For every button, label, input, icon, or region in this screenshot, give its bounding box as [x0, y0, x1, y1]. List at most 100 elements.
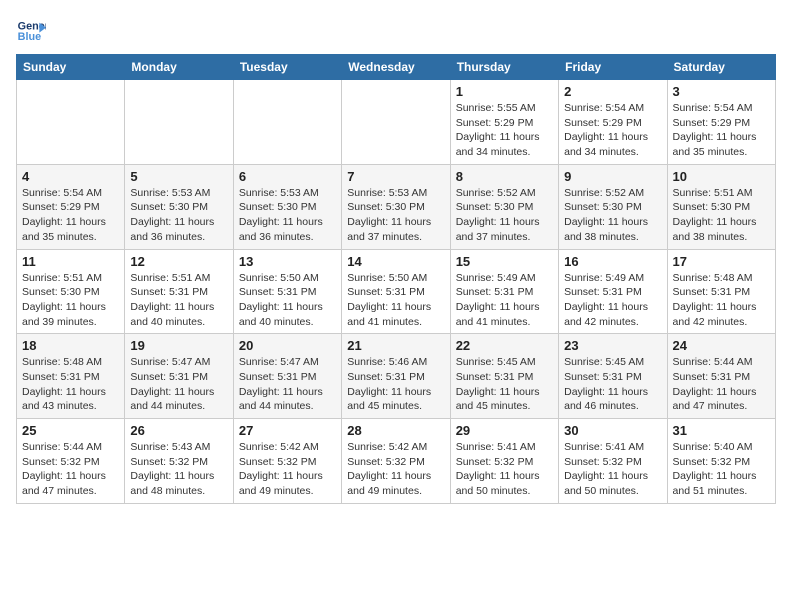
day-info: Sunrise: 5:45 AM Sunset: 5:31 PM Dayligh…: [564, 355, 661, 414]
day-cell: 12 Sunrise: 5:51 AM Sunset: 5:31 PM Dayli…: [125, 249, 233, 334]
day-number: 12: [130, 254, 227, 269]
day-number: 9: [564, 169, 661, 184]
day-info: Sunrise: 5:44 AM Sunset: 5:32 PM Dayligh…: [22, 440, 119, 499]
day-info: Sunrise: 5:44 AM Sunset: 5:31 PM Dayligh…: [673, 355, 770, 414]
day-number: 25: [22, 423, 119, 438]
day-cell: 7 Sunrise: 5:53 AM Sunset: 5:30 PM Daylig…: [342, 164, 450, 249]
day-number: 24: [673, 338, 770, 353]
day-cell: 24 Sunrise: 5:44 AM Sunset: 5:31 PM Dayli…: [667, 334, 775, 419]
day-info: Sunrise: 5:54 AM Sunset: 5:29 PM Dayligh…: [564, 101, 661, 160]
weekday-header-sunday: Sunday: [17, 55, 125, 80]
day-cell: 19 Sunrise: 5:47 AM Sunset: 5:31 PM Dayli…: [125, 334, 233, 419]
weekday-header-row: SundayMondayTuesdayWednesdayThursdayFrid…: [17, 55, 776, 80]
day-info: Sunrise: 5:43 AM Sunset: 5:32 PM Dayligh…: [130, 440, 227, 499]
day-info: Sunrise: 5:53 AM Sunset: 5:30 PM Dayligh…: [130, 186, 227, 245]
day-number: 6: [239, 169, 336, 184]
day-cell: 16Sunrise: 5:49 AM Sunset: 5:31 PM Dayli…: [559, 249, 667, 334]
day-number: 28: [347, 423, 444, 438]
day-info: Sunrise: 5:42 AM Sunset: 5:32 PM Dayligh…: [347, 440, 444, 499]
day-cell: 29Sunrise: 5:41 AM Sunset: 5:32 PM Dayli…: [450, 419, 558, 504]
day-cell: 9 Sunrise: 5:52 AM Sunset: 5:30 PM Daylig…: [559, 164, 667, 249]
day-info: Sunrise: 5:55 AM Sunset: 5:29 PM Dayligh…: [456, 101, 553, 160]
day-number: 11: [22, 254, 119, 269]
day-number: 15: [456, 254, 553, 269]
day-number: 23: [564, 338, 661, 353]
svg-text:Blue: Blue: [18, 31, 41, 43]
day-info: Sunrise: 5:49 AM Sunset: 5:31 PM Dayligh…: [456, 271, 553, 330]
day-info: Sunrise: 5:48 AM Sunset: 5:31 PM Dayligh…: [673, 271, 770, 330]
day-info: Sunrise: 5:53 AM Sunset: 5:30 PM Dayligh…: [239, 186, 336, 245]
weekday-header-wednesday: Wednesday: [342, 55, 450, 80]
day-number: 20: [239, 338, 336, 353]
header: General Blue: [16, 16, 776, 46]
day-info: Sunrise: 5:53 AM Sunset: 5:30 PM Dayligh…: [347, 186, 444, 245]
day-cell: 31 Sunrise: 5:40 AM Sunset: 5:32 PM Dayli…: [667, 419, 775, 504]
day-cell: 3Sunrise: 5:54 AM Sunset: 5:29 PM Daylig…: [667, 80, 775, 165]
day-cell: 11 Sunrise: 5:51 AM Sunset: 5:30 PM Dayli…: [17, 249, 125, 334]
weekday-header-friday: Friday: [559, 55, 667, 80]
day-cell: 1 Sunrise: 5:55 AM Sunset: 5:29 PM Daylig…: [450, 80, 558, 165]
day-cell: 25 Sunrise: 5:44 AM Sunset: 5:32 PM Dayli…: [17, 419, 125, 504]
day-cell: 21Sunrise: 5:46 AM Sunset: 5:31 PM Dayli…: [342, 334, 450, 419]
logo-icon: General Blue: [16, 16, 46, 46]
logo: General Blue: [16, 16, 50, 46]
day-number: 14: [347, 254, 444, 269]
day-info: Sunrise: 5:47 AM Sunset: 5:31 PM Dayligh…: [130, 355, 227, 414]
day-info: Sunrise: 5:41 AM Sunset: 5:32 PM Dayligh…: [564, 440, 661, 499]
day-info: Sunrise: 5:52 AM Sunset: 5:30 PM Dayligh…: [564, 186, 661, 245]
day-cell: 15 Sunrise: 5:49 AM Sunset: 5:31 PM Dayli…: [450, 249, 558, 334]
day-number: 8: [456, 169, 553, 184]
day-number: 30: [564, 423, 661, 438]
day-info: Sunrise: 5:51 AM Sunset: 5:30 PM Dayligh…: [22, 271, 119, 330]
day-number: 13: [239, 254, 336, 269]
day-info: Sunrise: 5:54 AM Sunset: 5:29 PM Dayligh…: [22, 186, 119, 245]
day-info: Sunrise: 5:42 AM Sunset: 5:32 PM Dayligh…: [239, 440, 336, 499]
day-number: 4: [22, 169, 119, 184]
day-cell: 8 Sunrise: 5:52 AM Sunset: 5:30 PM Daylig…: [450, 164, 558, 249]
day-cell: 22 Sunrise: 5:45 AM Sunset: 5:31 PM Dayli…: [450, 334, 558, 419]
day-number: 16: [564, 254, 661, 269]
day-info: Sunrise: 5:47 AM Sunset: 5:31 PM Dayligh…: [239, 355, 336, 414]
day-cell: 4 Sunrise: 5:54 AM Sunset: 5:29 PM Daylig…: [17, 164, 125, 249]
day-number: 5: [130, 169, 227, 184]
day-info: Sunrise: 5:45 AM Sunset: 5:31 PM Dayligh…: [456, 355, 553, 414]
day-info: Sunrise: 5:46 AM Sunset: 5:31 PM Dayligh…: [347, 355, 444, 414]
day-cell: 10Sunrise: 5:51 AM Sunset: 5:30 PM Dayli…: [667, 164, 775, 249]
day-number: 22: [456, 338, 553, 353]
day-number: 31: [673, 423, 770, 438]
week-row-5: 25 Sunrise: 5:44 AM Sunset: 5:32 PM Dayli…: [17, 419, 776, 504]
day-number: 1: [456, 84, 553, 99]
day-cell: 20 Sunrise: 5:47 AM Sunset: 5:31 PM Dayli…: [233, 334, 341, 419]
day-info: Sunrise: 5:54 AM Sunset: 5:29 PM Dayligh…: [673, 101, 770, 160]
day-cell: 23 Sunrise: 5:45 AM Sunset: 5:31 PM Dayli…: [559, 334, 667, 419]
day-info: Sunrise: 5:40 AM Sunset: 5:32 PM Dayligh…: [673, 440, 770, 499]
day-number: 26: [130, 423, 227, 438]
day-cell: 30 Sunrise: 5:41 AM Sunset: 5:32 PM Dayli…: [559, 419, 667, 504]
day-cell: 18 Sunrise: 5:48 AM Sunset: 5:31 PM Dayli…: [17, 334, 125, 419]
day-cell: [233, 80, 341, 165]
day-info: Sunrise: 5:52 AM Sunset: 5:30 PM Dayligh…: [456, 186, 553, 245]
calendar-table: SundayMondayTuesdayWednesdayThursdayFrid…: [16, 54, 776, 504]
day-info: Sunrise: 5:50 AM Sunset: 5:31 PM Dayligh…: [347, 271, 444, 330]
day-number: 19: [130, 338, 227, 353]
day-cell: 27 Sunrise: 5:42 AM Sunset: 5:32 PM Dayli…: [233, 419, 341, 504]
day-number: 29: [456, 423, 553, 438]
day-cell: 5 Sunrise: 5:53 AM Sunset: 5:30 PM Daylig…: [125, 164, 233, 249]
day-cell: [125, 80, 233, 165]
day-info: Sunrise: 5:51 AM Sunset: 5:31 PM Dayligh…: [130, 271, 227, 330]
weekday-header-saturday: Saturday: [667, 55, 775, 80]
day-number: 17: [673, 254, 770, 269]
weekday-header-thursday: Thursday: [450, 55, 558, 80]
day-cell: 6 Sunrise: 5:53 AM Sunset: 5:30 PM Daylig…: [233, 164, 341, 249]
day-cell: 14 Sunrise: 5:50 AM Sunset: 5:31 PM Dayli…: [342, 249, 450, 334]
day-number: 10: [673, 169, 770, 184]
day-number: 27: [239, 423, 336, 438]
week-row-2: 4 Sunrise: 5:54 AM Sunset: 5:29 PM Daylig…: [17, 164, 776, 249]
day-info: Sunrise: 5:48 AM Sunset: 5:31 PM Dayligh…: [22, 355, 119, 414]
calendar-body: 1 Sunrise: 5:55 AM Sunset: 5:29 PM Daylig…: [17, 80, 776, 504]
day-number: 7: [347, 169, 444, 184]
day-cell: [17, 80, 125, 165]
day-cell: 2Sunrise: 5:54 AM Sunset: 5:29 PM Daylig…: [559, 80, 667, 165]
day-number: 18: [22, 338, 119, 353]
day-info: Sunrise: 5:50 AM Sunset: 5:31 PM Dayligh…: [239, 271, 336, 330]
